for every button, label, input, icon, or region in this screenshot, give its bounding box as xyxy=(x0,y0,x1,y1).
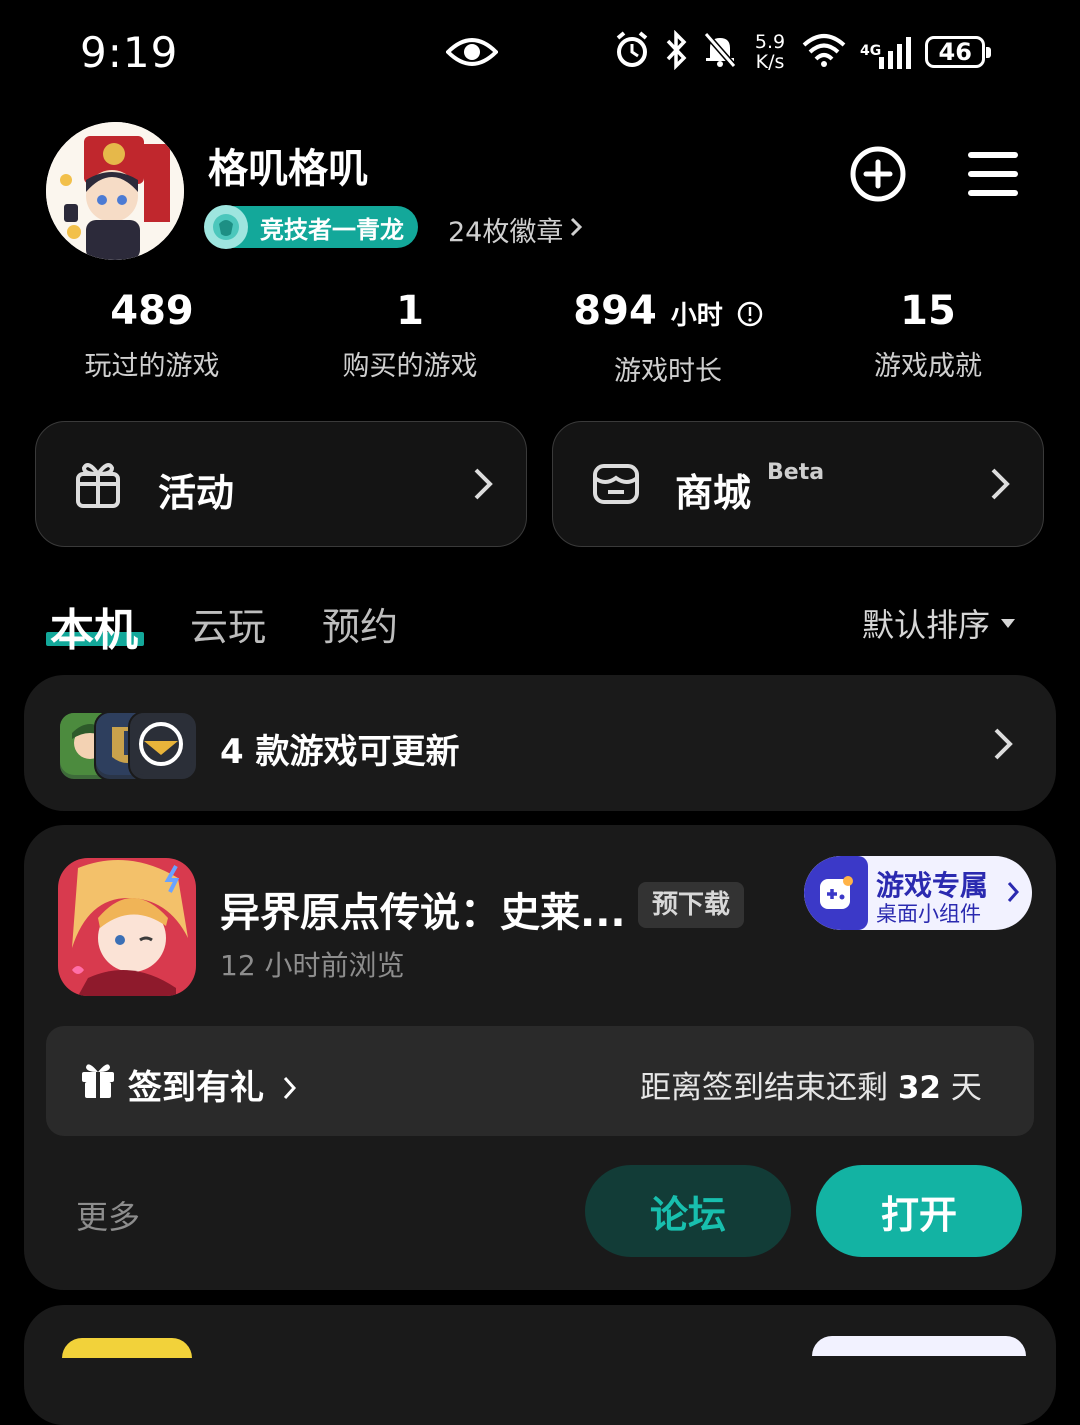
rank-label: 竞技者一青龙 xyxy=(260,215,404,244)
update-label: 4 款游戏可更新 xyxy=(220,732,460,772)
menu-button[interactable] xyxy=(966,148,1020,200)
add-button[interactable] xyxy=(850,146,906,202)
caret-down-icon xyxy=(1001,619,1016,628)
stat-value: 489 xyxy=(110,288,194,334)
checkin-countdown: 距离签到结束还剩 32 天 xyxy=(640,1070,982,1106)
tab-reserve[interactable]: 预约 xyxy=(322,596,398,651)
gamepad-icon xyxy=(804,856,868,930)
stat-value: 894 小时 xyxy=(548,288,788,339)
badge-count-label: 24枚徽章 xyxy=(448,217,564,248)
hamburger-icon xyxy=(968,152,1018,196)
net-speed: 5.9 K/s xyxy=(754,31,786,73)
next-widget-button[interactable] xyxy=(812,1336,1026,1356)
mute-bell-icon xyxy=(702,30,738,74)
chevron-right-icon xyxy=(1006,880,1020,908)
alarm-icon xyxy=(612,30,652,74)
checkin-days: 32 xyxy=(897,1070,941,1106)
gift-icon xyxy=(74,458,122,514)
signal-icon: 4G xyxy=(858,35,913,69)
open-button[interactable]: 打开 xyxy=(816,1165,1022,1257)
stat-label: 游戏成就 xyxy=(874,351,982,382)
info-icon[interactable] xyxy=(737,301,763,327)
stat-unit: 小时 xyxy=(670,301,723,331)
game-title: 异界原点传说：史莱... xyxy=(220,890,626,936)
stat-label: 玩过的游戏 xyxy=(84,351,220,382)
forum-button[interactable]: 论坛 xyxy=(585,1165,791,1257)
widget-button[interactable]: 游戏专属 桌面小组件 xyxy=(804,856,1032,930)
next-game-card[interactable] xyxy=(24,1305,1056,1425)
badge-link[interactable]: 24枚徽章 xyxy=(448,210,583,249)
chevron-right-icon xyxy=(283,1076,296,1100)
activity-label: 活动 xyxy=(158,471,235,515)
battery-indicator: 46 xyxy=(925,36,992,68)
chevron-right-icon xyxy=(992,726,1014,766)
checkin-label[interactable]: 签到有礼 xyxy=(128,1060,298,1109)
game-thumb-3 xyxy=(128,711,198,781)
game-icon[interactable] xyxy=(58,858,196,996)
sort-label: 默认排序 xyxy=(862,606,991,644)
pre-download-tag: 预下载 xyxy=(638,882,745,928)
chevron-right-icon xyxy=(989,466,1011,506)
store-label: 商城 xyxy=(675,471,752,515)
widget-subtitle: 桌面小组件 xyxy=(876,902,981,926)
username: 格叽格叽 xyxy=(208,146,368,192)
status-icons: 5.9 K/s 4G 46 xyxy=(612,29,992,74)
stat-play-time[interactable]: 894 小时 游戏时长 xyxy=(548,288,788,388)
stat-value: 15 xyxy=(900,288,956,334)
stat-achievements[interactable]: 15 游戏成就 xyxy=(808,288,1048,383)
eye-icon xyxy=(445,34,499,74)
chevron-right-icon xyxy=(569,214,583,245)
tab-local[interactable]: 本机 xyxy=(50,594,138,658)
gift-icon xyxy=(80,1060,116,1104)
next-game-icon xyxy=(62,1338,192,1358)
store-icon xyxy=(591,458,641,512)
store-card[interactable]: 商城 Beta xyxy=(552,421,1044,547)
dragon-rank-icon xyxy=(204,205,248,249)
stat-value: 1 xyxy=(396,288,424,334)
activity-card[interactable]: 活动 xyxy=(35,421,527,547)
stat-label: 购买的游戏 xyxy=(342,351,478,382)
stat-played-games[interactable]: 489 玩过的游戏 xyxy=(32,288,272,383)
stat-label: 游戏时长 xyxy=(614,356,722,387)
sort-dropdown[interactable]: 默认排序 xyxy=(862,600,1016,646)
rank-badge[interactable]: 竞技者一青龙 xyxy=(204,205,418,249)
tab-cloud[interactable]: 云玩 xyxy=(190,596,266,651)
chevron-right-icon xyxy=(472,466,494,506)
plus-circle-icon xyxy=(850,146,906,202)
wifi-icon xyxy=(802,33,846,71)
stat-purchased-games[interactable]: 1 购买的游戏 xyxy=(290,288,530,383)
beta-tag: Beta xyxy=(767,460,825,485)
status-time: 9:19 xyxy=(80,28,179,77)
last-viewed: 12 小时前浏览 xyxy=(220,949,405,982)
bluetooth-icon xyxy=(664,29,690,74)
avatar[interactable] xyxy=(46,122,184,260)
more-link[interactable]: 更多 xyxy=(76,1192,140,1238)
